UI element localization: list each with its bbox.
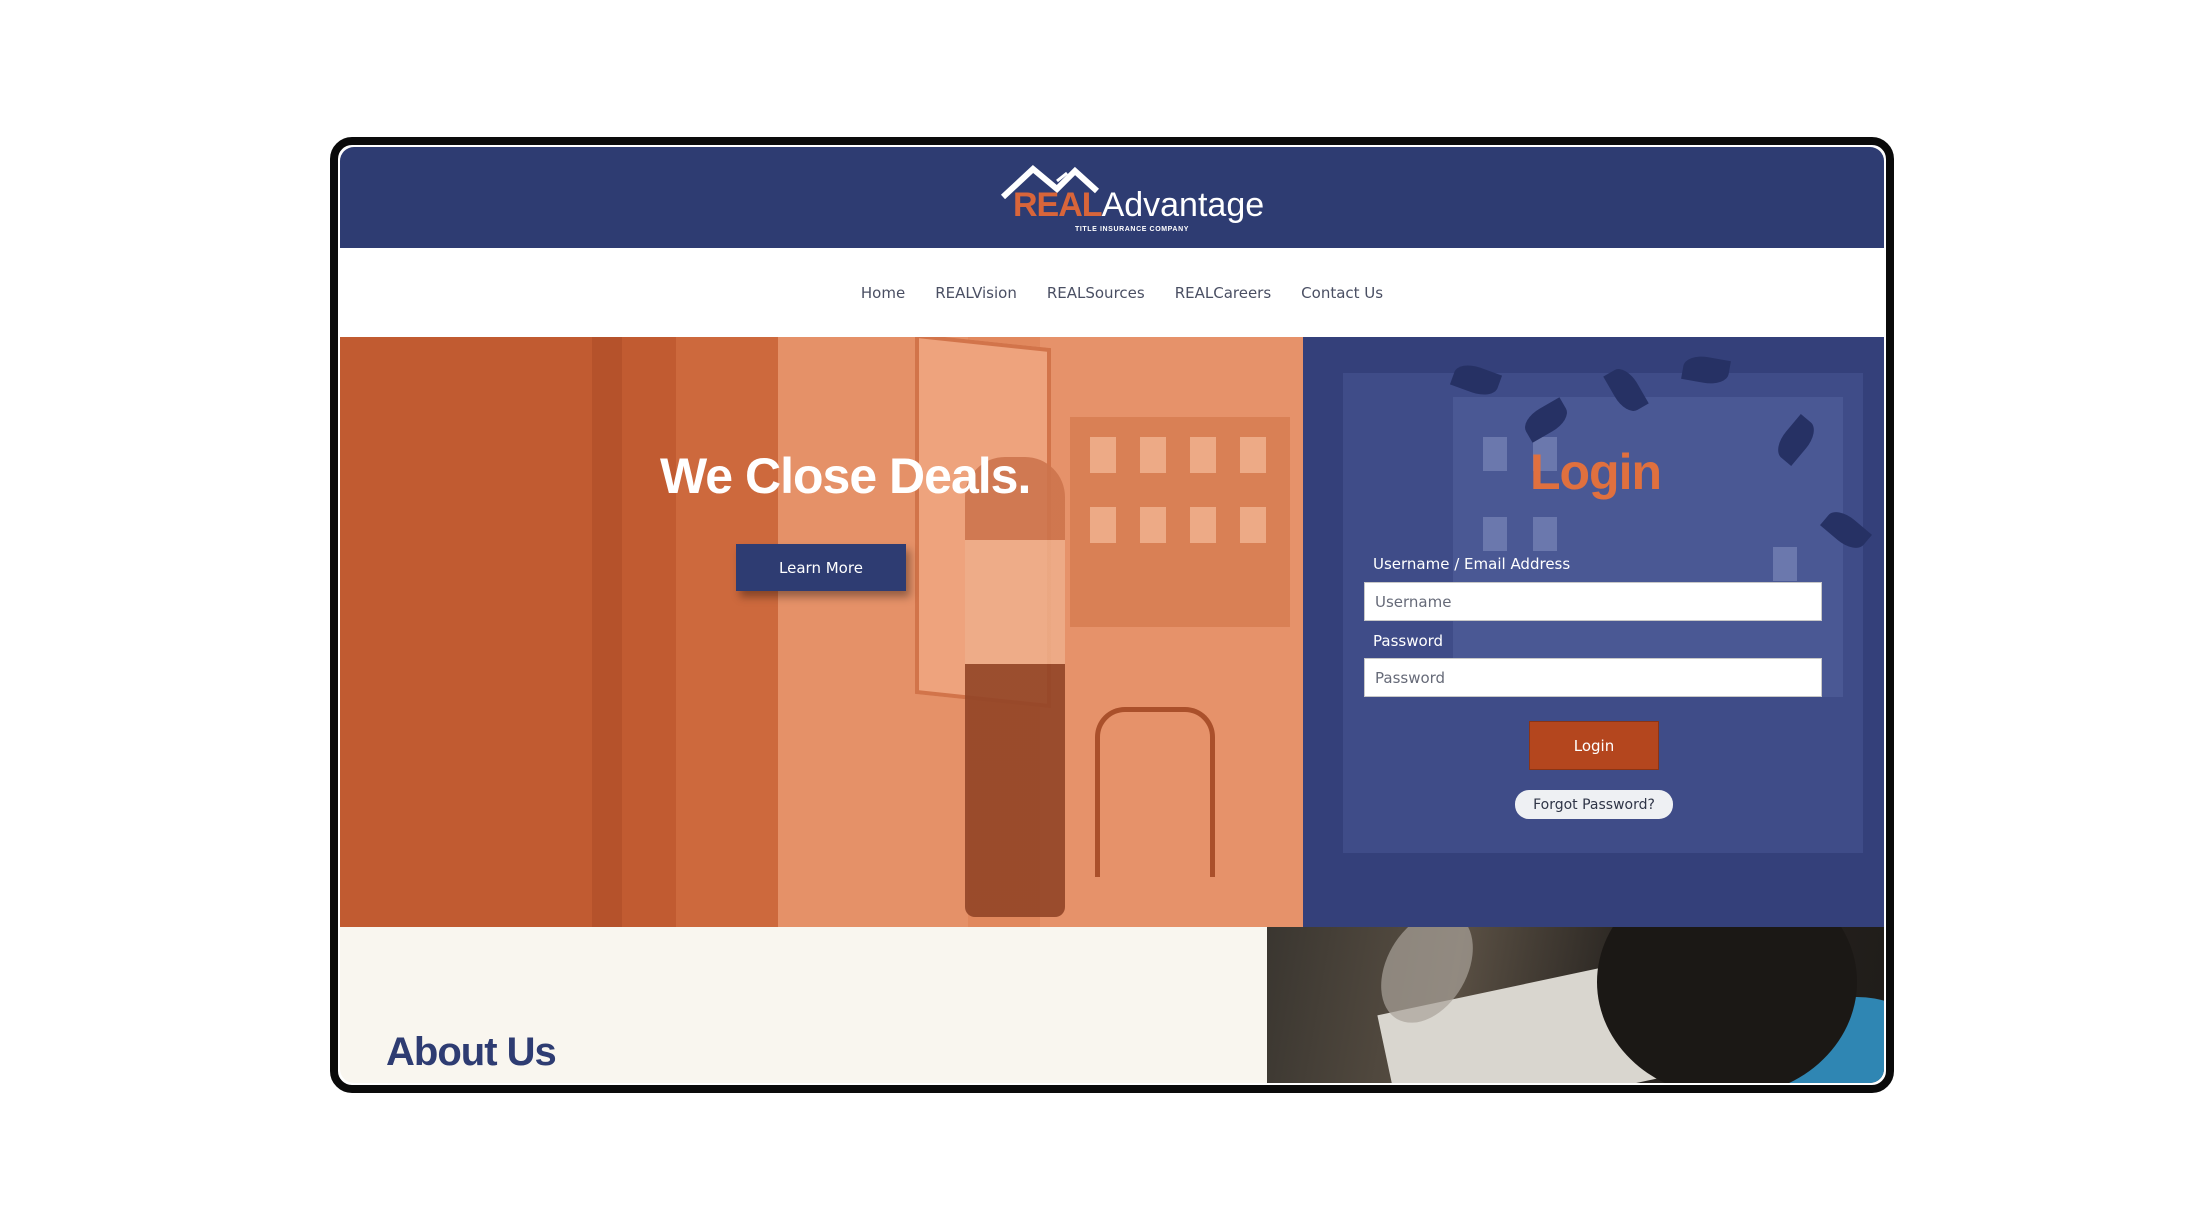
about-section: About Us (340, 927, 1267, 1083)
hero-image-panel: We Close Deals. Learn More (340, 337, 1303, 927)
username-label: Username / Email Address (1373, 555, 1571, 573)
nav-item-realsources[interactable]: REALSources (1047, 284, 1145, 302)
login-title: Login (1529, 444, 1662, 500)
password-label: Password (1373, 632, 1444, 650)
logo-advantage-text: Advantage (1101, 186, 1265, 224)
about-photo (1267, 927, 1884, 1083)
nav-item-contact-us[interactable]: Contact Us (1301, 284, 1383, 302)
logo-real-text: REAL (1013, 186, 1103, 224)
password-input[interactable] (1364, 658, 1822, 697)
username-input[interactable] (1364, 582, 1822, 621)
hero-title: We Close Deals. (660, 448, 1031, 504)
about-title: About Us (386, 1030, 557, 1074)
nav-item-realcareers[interactable]: REALCareers (1175, 284, 1271, 302)
hero-section: We Close Deals. Learn More Login Usernam… (340, 337, 1884, 927)
main-nav: Home REALVision REALSources REALCareers … (340, 248, 1884, 337)
login-panel: Login Username / Email Address Password … (1303, 337, 1884, 927)
logo-wordmark: REALAdvantage (1013, 187, 1264, 223)
nav-item-home[interactable]: Home (861, 284, 905, 302)
learn-more-button[interactable]: Learn More (736, 544, 906, 591)
brand-logo[interactable]: REALAdvantage TITLE INSURANCE COMPANY (997, 159, 1264, 241)
forgot-password-button[interactable]: Forgot Password? (1515, 790, 1673, 819)
top-header: REALAdvantage TITLE INSURANCE COMPANY (340, 147, 1884, 248)
login-button[interactable]: Login (1529, 721, 1659, 770)
nav-item-realvision[interactable]: REALVision (935, 284, 1017, 302)
browser-frame: REALAdvantage TITLE INSURANCE COMPANY Ho… (330, 137, 1894, 1093)
page-viewport: REALAdvantage TITLE INSURANCE COMPANY Ho… (340, 147, 1884, 1083)
logo-subtitle: TITLE INSURANCE COMPANY (1075, 226, 1190, 233)
